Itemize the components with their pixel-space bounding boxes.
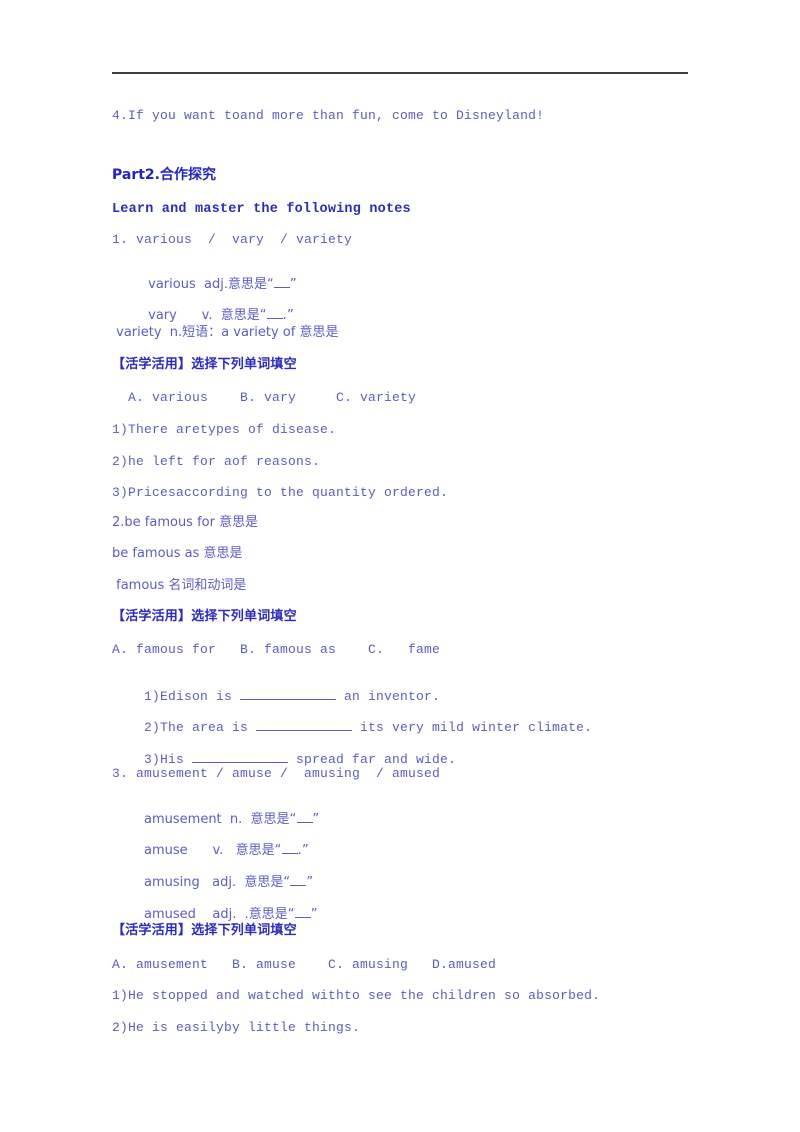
word-group-1-title: 1. various / vary / variety (112, 232, 353, 247)
vary-definition-text: vary v. 意思是 (144, 308, 260, 323)
document-page: 4.If you want toand more than fun, come … (0, 0, 800, 1132)
amusing-definition-text: amusing adj. 意思是 (144, 875, 284, 890)
close-quote-glyph: ” (287, 308, 294, 323)
word-1-question-3: 3)Pricesaccording to the quantity ordere… (112, 485, 449, 500)
word-2-options[interactable]: A. famous for B. famous as C. fame (112, 642, 440, 657)
close-quote-glyph: ” (310, 907, 318, 922)
apply-label-2: 【活学活用】选择下列单词填空 (112, 609, 297, 624)
fill-blank[interactable] (296, 822, 313, 823)
word-1-variety-definition: variety n.短语：a variety of 意思是 (112, 325, 339, 340)
word-2-famous-forms: famous 名词和动词是 (112, 578, 247, 593)
open-quote-glyph: “ (266, 277, 274, 292)
word-1-question-1: 1)There aretypes of disease. (112, 422, 337, 437)
word-1-options[interactable]: A. various B. vary C. variety (112, 390, 416, 405)
question-text-before: 3)His (144, 752, 193, 767)
word-2-famous-as: be famous as 意思是 (112, 546, 243, 561)
header-divider-rule (112, 72, 688, 74)
amusement-definition-text: amusement n. 意思是 (144, 812, 290, 827)
various-definition-text: various adj.意思是 (144, 277, 267, 292)
section-heading-notes: Learn and master the following notes (112, 202, 411, 217)
fill-blank[interactable] (192, 762, 289, 763)
fill-blank[interactable] (281, 853, 298, 854)
close-quote-glyph: ” (306, 875, 314, 890)
question-text-after: an inventor. (336, 689, 441, 704)
apply-label-1: 【活学活用】选择下列单词填空 (112, 357, 297, 372)
carryover-item-4: 4.If you want toand more than fun, come … (112, 108, 545, 123)
open-quote-glyph: “ (274, 843, 282, 858)
page-title-part2: Part2.合作探究 (112, 167, 216, 183)
word-3-question-2: 2)He is easilyby little things. (112, 1020, 361, 1035)
close-quote-glyph: ” (312, 812, 320, 827)
close-quote-glyph: ” (289, 277, 297, 292)
fill-blank[interactable] (294, 917, 311, 918)
close-quote-glyph: ” (301, 843, 309, 858)
word-group-2-title: 2.be famous for 意思是 (112, 515, 259, 530)
apply-label-3: 【活学活用】选择下列单词填空 (112, 923, 297, 938)
word-1-question-2: 2)he left for aof reasons. (112, 454, 321, 469)
question-text-before: 1)Edison is (144, 689, 241, 704)
fill-blank[interactable] (256, 730, 353, 731)
open-quote-glyph: “ (289, 812, 297, 827)
fill-blank[interactable] (290, 885, 307, 886)
fill-blank[interactable] (266, 318, 283, 319)
question-text-after: its very mild winter climate. (352, 720, 593, 735)
fill-blank[interactable] (240, 699, 337, 700)
word-3-options[interactable]: A. amusement B. amuse C. amusing D.amuse… (112, 957, 496, 972)
word-3-question-1: 1)He stopped and watched withto see the … (112, 988, 601, 1003)
fill-blank[interactable] (273, 287, 290, 288)
question-text-before: 2)The area is (144, 720, 257, 735)
amuse-definition-text: amuse v. 意思是 (144, 843, 275, 858)
amused-definition-text: amused adj. .意思是 (144, 907, 288, 922)
open-quote-glyph: “ (283, 875, 291, 890)
word-group-3-title: 3. amusement / amuse / amusing / amused (112, 766, 441, 781)
question-text-after: spread far and wide. (288, 752, 457, 767)
open-quote-glyph: “ (287, 907, 295, 922)
open-quote-glyph: “ (259, 308, 267, 323)
